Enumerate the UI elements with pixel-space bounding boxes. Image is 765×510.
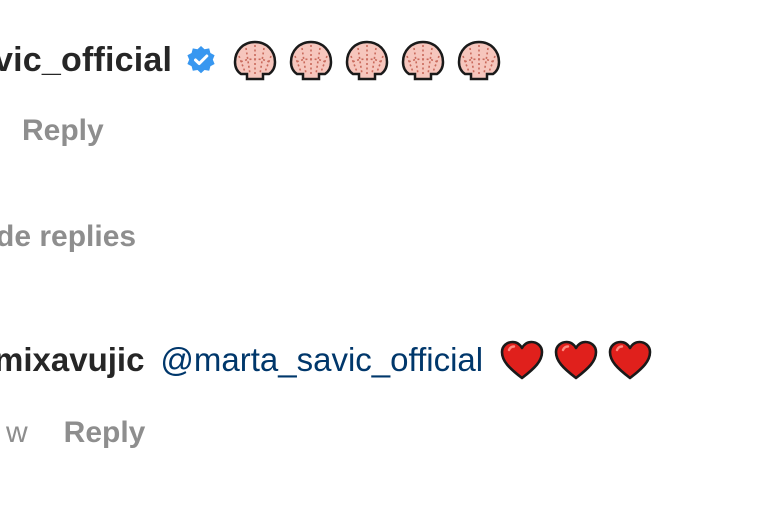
shell-emoji-icon <box>344 38 390 82</box>
red-heart-emoji-icon <box>499 339 545 381</box>
comment-2: mixavujic @marta_savic_official <box>0 336 653 384</box>
comment-2-mention-link[interactable]: @marta_savic_official <box>160 341 483 379</box>
shell-emoji-icon <box>456 38 502 82</box>
comment-2-reply-button[interactable]: Reply <box>64 416 146 450</box>
shell-emoji-icon <box>232 38 278 82</box>
verified-badge-icon <box>186 45 216 75</box>
comment-1: vic_official <box>0 36 502 84</box>
comment-2-timestamp: w <box>6 416 28 449</box>
comment-1-emoji-group <box>232 38 502 82</box>
comment-2-username[interactable]: mixavujic <box>0 341 144 379</box>
red-heart-emoji-icon <box>607 339 653 381</box>
shell-emoji-icon <box>288 38 334 82</box>
comment-1-reply-button[interactable]: Reply <box>22 114 104 148</box>
comment-1-username[interactable]: vic_official <box>0 41 172 80</box>
red-heart-emoji-icon <box>553 339 599 381</box>
shell-emoji-icon <box>400 38 446 82</box>
hide-replies-link[interactable]: de replies <box>0 220 136 254</box>
comment-2-emoji-group <box>499 339 653 381</box>
comment-2-meta: w Reply <box>0 416 145 450</box>
